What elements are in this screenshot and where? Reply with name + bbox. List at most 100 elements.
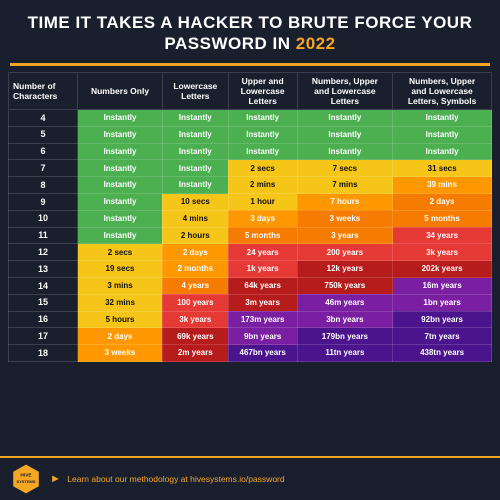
table-cell: 5 hours xyxy=(78,311,163,328)
table-cell: Instantly xyxy=(162,126,228,143)
table-cell: 2 hours xyxy=(162,227,228,244)
footer-cta: ► Learn about our methodology at hivesys… xyxy=(50,473,285,485)
table-cell: 438tn years xyxy=(393,345,492,362)
table-cell: Instantly xyxy=(228,143,297,160)
table-cell: Instantly xyxy=(393,126,492,143)
table-cell: 69k years xyxy=(162,328,228,345)
header-divider xyxy=(10,63,490,66)
table-cell: 3m years xyxy=(228,294,297,311)
table-cell: Instantly xyxy=(78,110,163,127)
table-cell: 200 years xyxy=(297,244,393,261)
table-cell: Instantly xyxy=(162,143,228,160)
cell-chars: 6 xyxy=(9,143,78,160)
col-header-chars: Number ofCharacters xyxy=(9,72,78,110)
table-cell: 92bn years xyxy=(393,311,492,328)
table-cell: 10 secs xyxy=(162,194,228,211)
table-cell: Instantly xyxy=(78,143,163,160)
table-cell: Instantly xyxy=(297,143,393,160)
table-cell: 32 mins xyxy=(78,294,163,311)
table-row: 4InstantlyInstantlyInstantlyInstantlyIns… xyxy=(9,110,492,127)
table-cell: 2 days xyxy=(393,194,492,211)
table-cell: 2 mins xyxy=(228,177,297,194)
table-cell: 3bn years xyxy=(297,311,393,328)
table-cell: 2 days xyxy=(78,328,163,345)
col-header-num-mixed: Numbers, Upperand LowercaseLetters xyxy=(297,72,393,110)
table-cell: 19 secs xyxy=(78,261,163,278)
table-row: 8InstantlyInstantly2 mins7 mins39 mins xyxy=(9,177,492,194)
table-row: 1319 secs2 months1k years12k years202k y… xyxy=(9,261,492,278)
table-cell: Instantly xyxy=(228,110,297,127)
footer-arrow-icon: ► xyxy=(50,473,61,485)
table-cell: 3 weeks xyxy=(297,210,393,227)
cell-chars: 13 xyxy=(9,261,78,278)
table-cell: 179bn years xyxy=(297,328,393,345)
cell-chars: 11 xyxy=(9,227,78,244)
table-row: 122 secs2 days24 years200 years3k years xyxy=(9,244,492,261)
table-cell: 2 secs xyxy=(228,160,297,177)
page-title: TIME IT TAKES A HACKER TO BRUTE FORCE YO… xyxy=(20,12,480,55)
cell-chars: 14 xyxy=(9,278,78,295)
table-cell: 3 weeks xyxy=(78,345,163,362)
table-cell: 2 months xyxy=(162,261,228,278)
table-cell: 5 months xyxy=(393,210,492,227)
table-cell: 46m years xyxy=(297,294,393,311)
table-cell: 202k years xyxy=(393,261,492,278)
cell-chars: 4 xyxy=(9,110,78,127)
table-cell: Instantly xyxy=(78,227,163,244)
table-cell: 3k years xyxy=(393,244,492,261)
table-cell: 173m years xyxy=(228,311,297,328)
table-cell: 7 secs xyxy=(297,160,393,177)
svg-text:HIVE: HIVE xyxy=(20,473,32,479)
table-row: 172 days69k years9bn years179bn years7tn… xyxy=(9,328,492,345)
table-cell: 1k years xyxy=(228,261,297,278)
table-cell: 5 months xyxy=(228,227,297,244)
password-table: Number ofCharacters Numbers Only Lowerca… xyxy=(8,72,492,363)
header: TIME IT TAKES A HACKER TO BRUTE FORCE YO… xyxy=(0,0,500,63)
table-cell: 34 years xyxy=(393,227,492,244)
table-cell: Instantly xyxy=(297,126,393,143)
table-cell: Instantly xyxy=(78,177,163,194)
col-header-all: Numbers, Upperand LowercaseLetters, Symb… xyxy=(393,72,492,110)
table-cell: 11tn years xyxy=(297,345,393,362)
cell-chars: 18 xyxy=(9,345,78,362)
table-cell: 4 mins xyxy=(162,210,228,227)
col-header-mixed: Upper andLowercaseLetters xyxy=(228,72,297,110)
table-cell: 39 mins xyxy=(393,177,492,194)
table-cell: 4 years xyxy=(162,278,228,295)
page-container: TIME IT TAKES A HACKER TO BRUTE FORCE YO… xyxy=(0,0,500,500)
footer: HIVE SYSTEMS ► Learn about our methodolo… xyxy=(0,456,500,500)
table-cell: 467bn years xyxy=(228,345,297,362)
table-cell: 2 days xyxy=(162,244,228,261)
table-row: 143 mins4 years64k years750k years16m ye… xyxy=(9,278,492,295)
svg-text:SYSTEMS: SYSTEMS xyxy=(16,479,35,484)
table-cell: 24 years xyxy=(228,244,297,261)
table-cell: 750k years xyxy=(297,278,393,295)
table-cell: Instantly xyxy=(393,110,492,127)
hive-logo: HIVE SYSTEMS xyxy=(10,463,42,495)
table-cell: Instantly xyxy=(228,126,297,143)
cell-chars: 9 xyxy=(9,194,78,211)
table-cell: 7 mins xyxy=(297,177,393,194)
table-row: 11Instantly2 hours5 months3 years34 year… xyxy=(9,227,492,244)
table-cell: 16m years xyxy=(393,278,492,295)
table-cell: Instantly xyxy=(78,126,163,143)
table-cell: Instantly xyxy=(162,177,228,194)
cell-chars: 5 xyxy=(9,126,78,143)
table-row: 183 weeks2m years467bn years11tn years43… xyxy=(9,345,492,362)
table-cell: 9bn years xyxy=(228,328,297,345)
table-cell: 3 years xyxy=(297,227,393,244)
table-cell: Instantly xyxy=(78,210,163,227)
cell-chars: 7 xyxy=(9,160,78,177)
table-cell: Instantly xyxy=(78,194,163,211)
table-cell: 3 days xyxy=(228,210,297,227)
table-cell: Instantly xyxy=(78,160,163,177)
table-row: 6InstantlyInstantlyInstantlyInstantlyIns… xyxy=(9,143,492,160)
table-cell: 7tn years xyxy=(393,328,492,345)
table-row: 7InstantlyInstantly2 secs7 secs31 secs xyxy=(9,160,492,177)
table-cell: Instantly xyxy=(162,160,228,177)
table-row: 10Instantly4 mins3 days3 weeks5 months xyxy=(9,210,492,227)
cell-chars: 15 xyxy=(9,294,78,311)
table-row: 5InstantlyInstantlyInstantlyInstantlyIns… xyxy=(9,126,492,143)
table-cell: 2m years xyxy=(162,345,228,362)
table-cell: 1 hour xyxy=(228,194,297,211)
